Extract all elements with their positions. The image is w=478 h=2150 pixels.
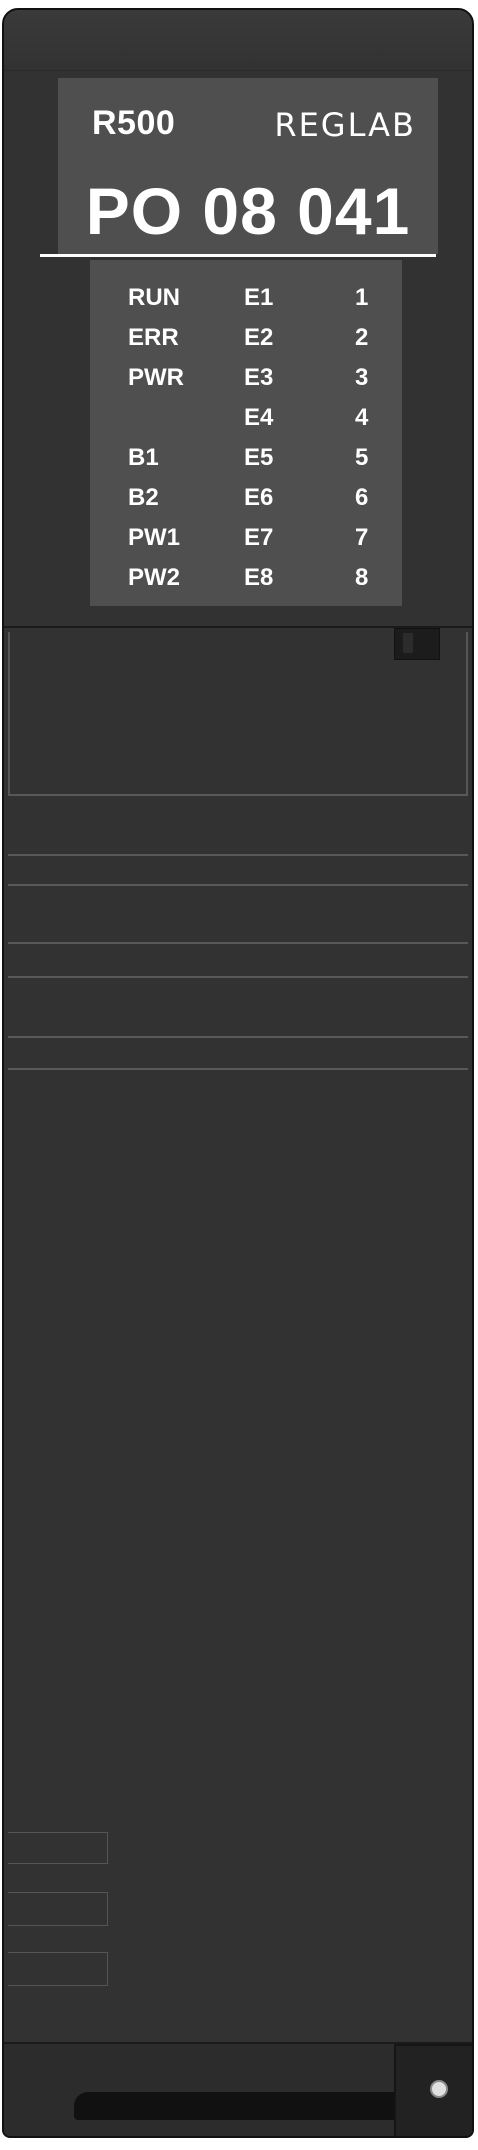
led-status-label: RUN — [128, 284, 180, 311]
vent-notch — [8, 1892, 108, 1926]
led-input-label: E4 — [244, 404, 274, 431]
led-channel-label: 2 — [355, 324, 369, 351]
brand-logo: REGLAB — [274, 106, 416, 144]
vent-notch — [8, 1952, 108, 1986]
din-release-slot[interactable] — [74, 2092, 414, 2120]
led-channel-label: 7 — [355, 524, 369, 551]
cover-guide-line — [8, 854, 468, 856]
led-status-label: PW1 — [128, 524, 181, 551]
led-status-label: PWR — [128, 364, 184, 391]
led-channel-label: 1 — [355, 284, 369, 311]
led-row: PWR E3 3 — [90, 358, 402, 398]
led-status-label: B2 — [128, 484, 159, 511]
led-status-label: ERR — [128, 324, 179, 351]
led-row: B2 E6 6 — [90, 478, 402, 518]
led-input-label: E7 — [244, 524, 274, 551]
led-input-label: E8 — [244, 564, 274, 591]
led-channel-label: 4 — [355, 404, 369, 431]
led-status-label: PW2 — [128, 564, 181, 591]
led-channel-label: 3 — [355, 364, 369, 391]
led-channel-label: 8 — [355, 564, 369, 591]
led-indicator-panel: RUN E1 1 ERR E2 2 PWR E3 3 E4 4 B1 E5 5 … — [90, 260, 402, 606]
module-top-cap — [4, 10, 472, 71]
cover-guide-line — [8, 1068, 468, 1070]
din-rail-foot — [4, 2042, 472, 2136]
led-input-label: E2 — [244, 324, 274, 351]
led-row: E4 4 — [90, 398, 402, 438]
led-channel-label: 5 — [355, 444, 369, 471]
header-divider — [40, 254, 436, 257]
header-label-panel: R500 REGLAB PO 08 041 — [58, 78, 438, 254]
led-row: RUN E1 1 — [90, 278, 402, 318]
screw-icon — [430, 2080, 448, 2098]
module-code: PO 08 041 — [85, 174, 411, 248]
cover-latch[interactable] — [394, 628, 440, 660]
cover-guide-line — [8, 976, 468, 978]
led-channel-label: 6 — [355, 484, 369, 511]
led-row: B1 E5 5 — [90, 438, 402, 478]
led-input-label: E6 — [244, 484, 274, 511]
led-input-label: E3 — [244, 364, 274, 391]
model-label: R500 — [92, 104, 176, 142]
cover-guide-line — [8, 1036, 468, 1038]
led-input-label: E1 — [244, 284, 274, 311]
cover-left-edge — [8, 632, 10, 796]
io-module-housing: R500 REGLAB PO 08 041 RUN E1 1 ERR E2 2 … — [2, 8, 474, 2138]
cover-guide-line — [8, 884, 468, 886]
cover-right-edge — [466, 632, 468, 796]
led-input-label: E5 — [244, 444, 274, 471]
vent-notch — [8, 1832, 108, 1864]
cover-guide-line — [8, 794, 468, 796]
led-row: PW2 E8 8 — [90, 558, 402, 598]
led-row: ERR E2 2 — [90, 318, 402, 358]
led-status-label: B1 — [128, 444, 159, 471]
cover-guide-line — [8, 942, 468, 944]
led-row: PW1 E7 7 — [90, 518, 402, 558]
